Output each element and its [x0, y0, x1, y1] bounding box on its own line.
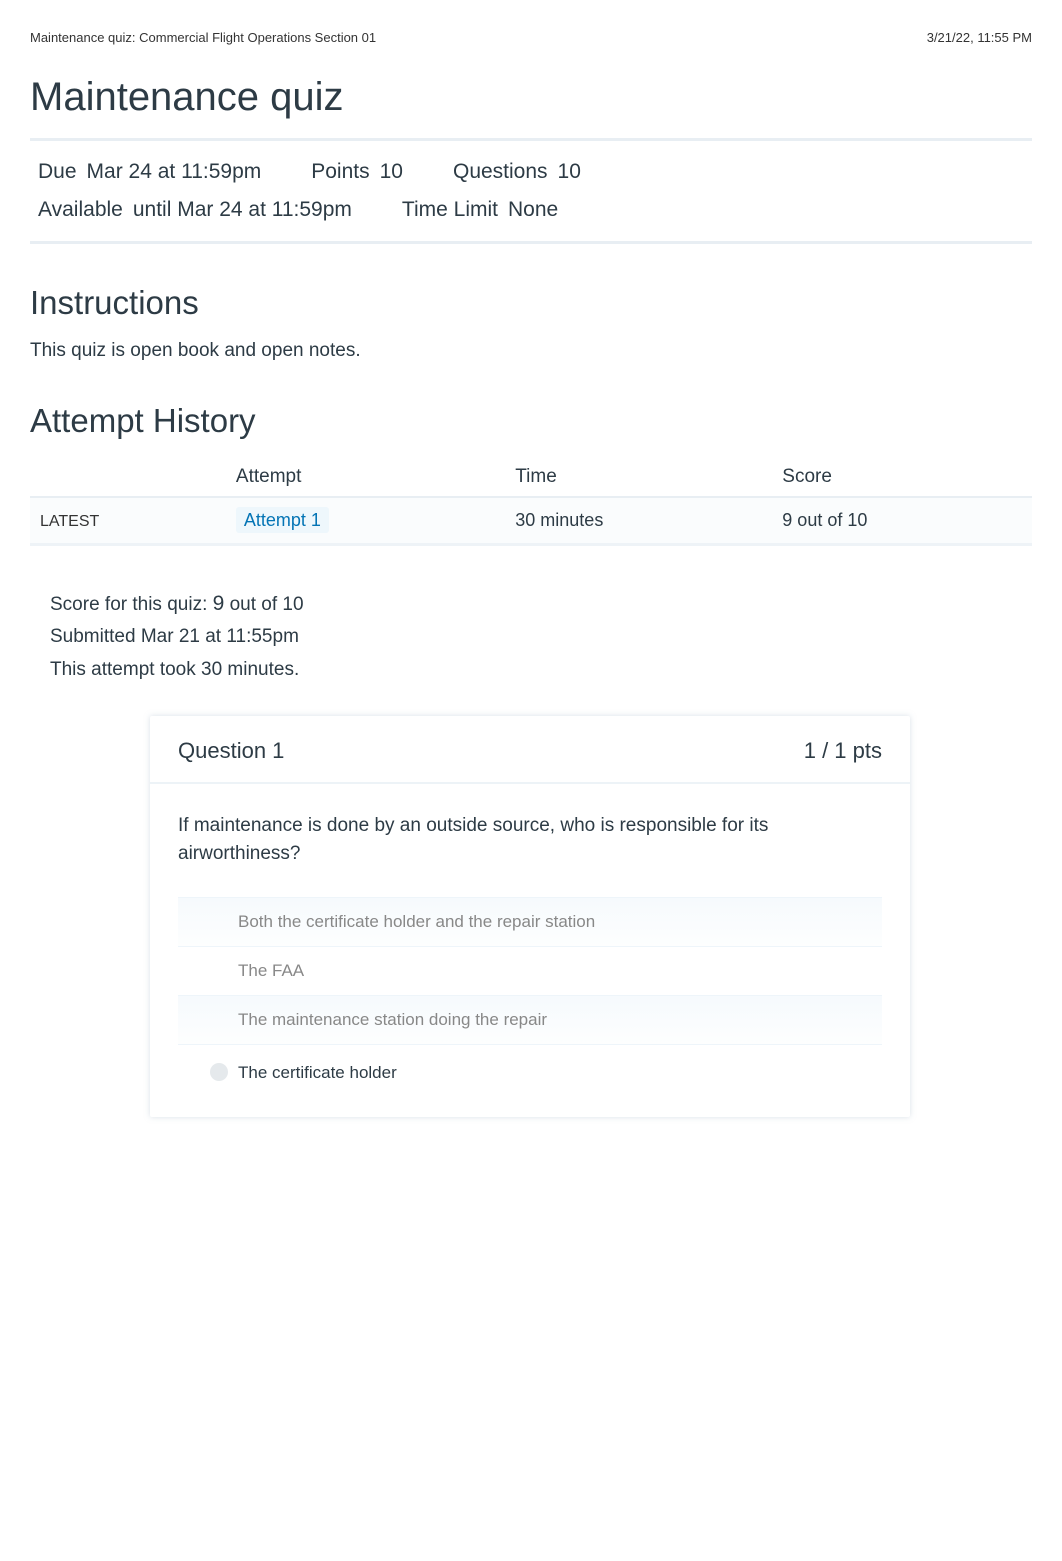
answer-option: The FAA — [178, 947, 882, 995]
attempt-link[interactable]: Attempt 1 — [236, 507, 329, 533]
questions-label: Questions — [453, 153, 548, 191]
points-value: 10 — [380, 153, 403, 191]
question-title: Question 1 — [178, 738, 284, 764]
instructions-body: This quiz is open book and open notes. — [30, 340, 1032, 362]
points-label: Points — [311, 153, 369, 191]
timelimit-value: None — [508, 191, 558, 229]
answer-option-correct: The certificate holder — [178, 1045, 882, 1097]
score-value: 9 — [213, 592, 225, 615]
questions-value: 10 — [558, 153, 581, 191]
latest-tag: LATEST — [40, 513, 99, 530]
question-text: If maintenance is done by an outside sou… — [178, 812, 882, 869]
col-blank — [30, 458, 226, 497]
attempt-history-table: Attempt Time Score LATEST Attempt 1 30 m… — [30, 458, 1032, 546]
answer-text: The maintenance station doing the repair — [238, 1010, 547, 1029]
answer-option: The maintenance station doing the repair — [178, 995, 882, 1045]
col-attempt: Attempt — [226, 458, 505, 497]
score-suffix: out of 10 — [230, 594, 304, 615]
timelimit-label: Time Limit — [402, 191, 498, 229]
score-summary: Score for this quiz: 9 out of 10 Submitt… — [30, 586, 1032, 686]
header-left: Maintenance quiz: Commercial Flight Oper… — [30, 30, 376, 45]
answer-text: Both the certificate holder and the repa… — [238, 912, 595, 931]
available-label: Available — [38, 191, 123, 229]
col-time: Time — [505, 458, 772, 497]
answer-text: The certificate holder — [238, 1063, 397, 1082]
instructions-heading: Instructions — [30, 284, 1032, 322]
question-body: If maintenance is done by an outside sou… — [150, 784, 910, 1117]
page-title: Maintenance quiz — [30, 75, 1032, 120]
answer-option: Both the certificate holder and the repa… — [178, 897, 882, 947]
question-points: 1 / 1 pts — [804, 738, 882, 764]
attempt-time: 30 minutes — [505, 497, 772, 545]
attempt-history-heading: Attempt History — [30, 402, 1032, 440]
question-card: Question 1 1 / 1 pts If maintenance is d… — [150, 716, 910, 1117]
available-value: until Mar 24 at 11:59pm — [133, 191, 352, 229]
score-label: Score for this quiz: — [50, 594, 207, 615]
due-value: Mar 24 at 11:59pm — [87, 153, 262, 191]
duration-text: This attempt took 30 minutes. — [50, 654, 1012, 686]
submitted-text: Submitted Mar 21 at 11:55pm — [50, 621, 1012, 653]
due-label: Due — [38, 153, 77, 191]
question-header: Question 1 1 / 1 pts — [150, 716, 910, 784]
header-right: 3/21/22, 11:55 PM — [927, 30, 1032, 45]
col-score: Score — [772, 458, 1032, 497]
table-row: LATEST Attempt 1 30 minutes 9 out of 10 — [30, 497, 1032, 545]
answer-text: The FAA — [238, 961, 304, 980]
quiz-meta-bar: Due Mar 24 at 11:59pm Points 10 Question… — [30, 138, 1032, 244]
attempt-score: 9 out of 10 — [772, 497, 1032, 545]
page-header-meta: Maintenance quiz: Commercial Flight Oper… — [30, 30, 1032, 45]
